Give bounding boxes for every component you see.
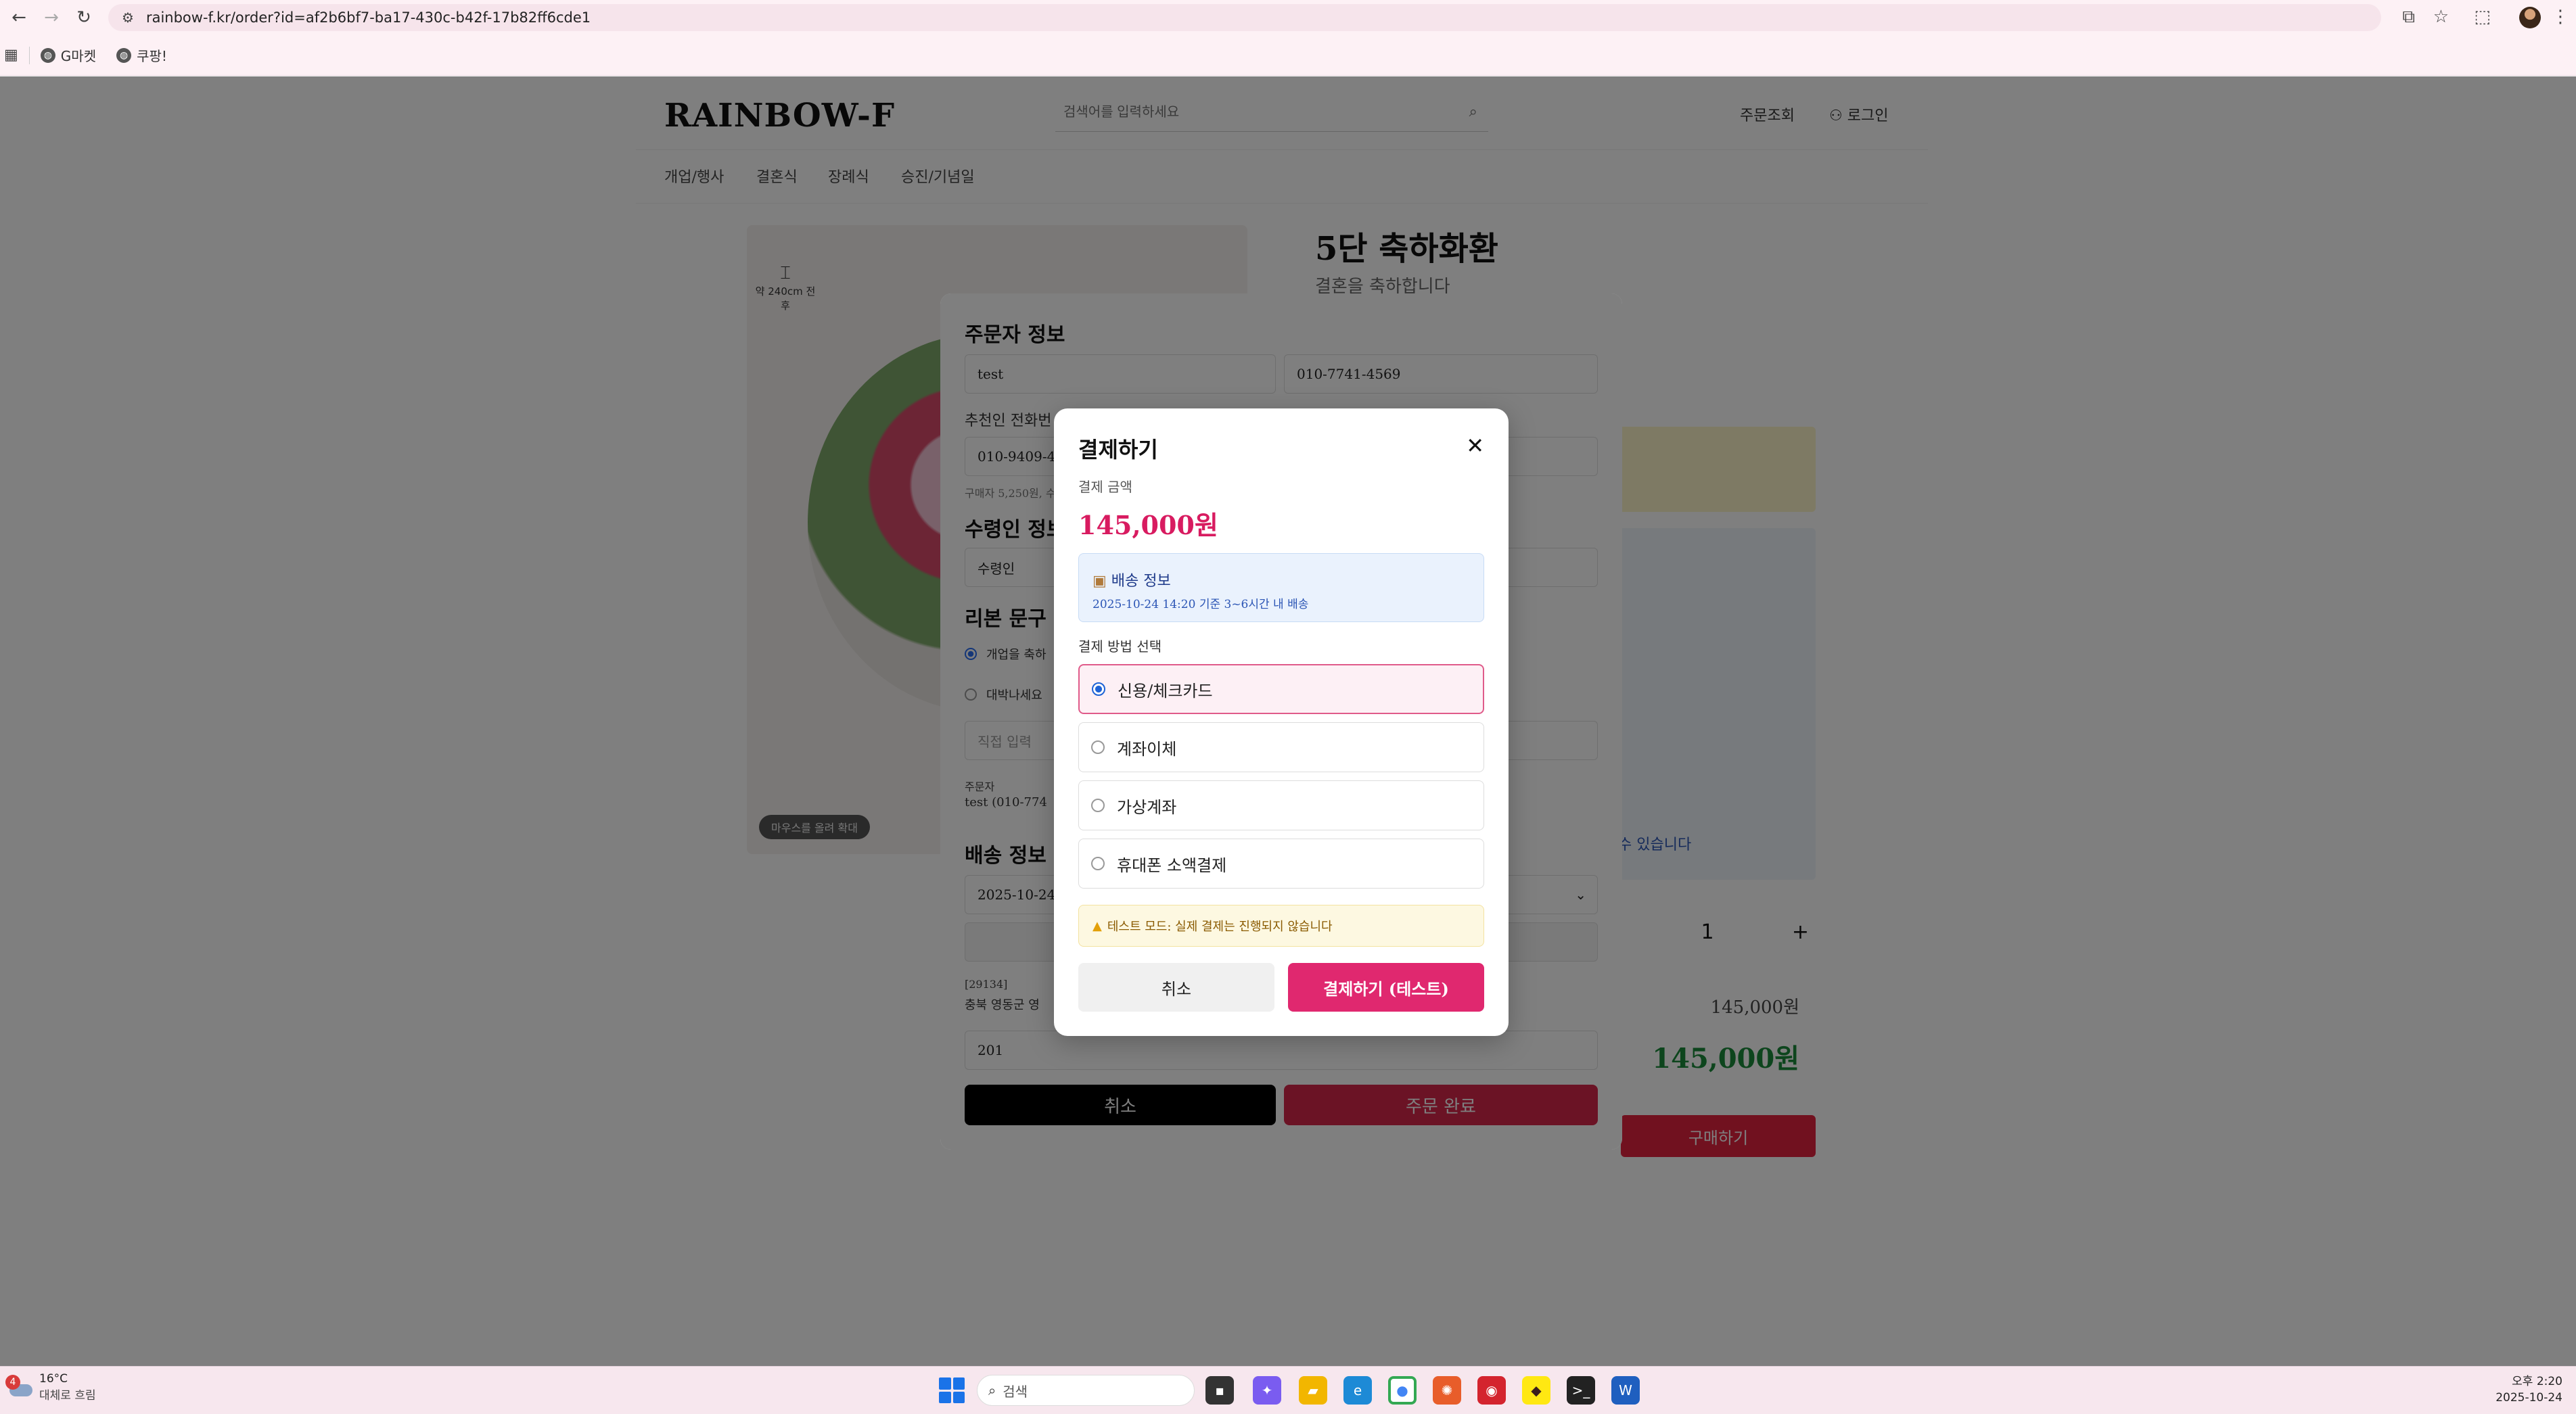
payment-amount-label: 결제 금액 <box>1078 479 1132 495</box>
reload-icon[interactable]: ↻ <box>70 4 97 31</box>
bookmark-gmarket[interactable]: ◍ G마켓 <box>40 45 97 65</box>
bookmark-label: 쿠팡! <box>137 48 167 64</box>
radio-icon <box>1092 682 1105 696</box>
method-credit-card[interactable]: 신용/체크카드 <box>1078 664 1484 714</box>
payment-method-label: 결제 방법 선택 <box>1078 638 1162 655</box>
apps-grid-icon[interactable]: ▦ <box>4 47 18 64</box>
install-app-icon[interactable]: ⧉ <box>2402 7 2415 28</box>
menu-icon[interactable]: ⋮ <box>2552 7 2569 27</box>
bookmarks-divider <box>28 46 30 64</box>
weather-badge: 4 <box>5 1374 20 1390</box>
delivery-info-title-text: 배송 정보 <box>1111 573 1171 590</box>
method-label: 신용/체크카드 <box>1118 681 1213 701</box>
profile-avatar[interactable] <box>2519 7 2541 28</box>
method-label: 계좌이체 <box>1117 739 1177 759</box>
payment-submit-button[interactable]: 결제하기 (테스트) <box>1288 963 1484 1012</box>
bookmark-label: G마켓 <box>60 48 97 64</box>
package-icon: ▣ <box>1092 573 1111 590</box>
back-icon[interactable]: ← <box>5 4 32 31</box>
cloud-icon: 4 <box>5 1374 34 1398</box>
weather-widget[interactable]: 4 16°C 대체로 흐림 <box>5 1372 96 1403</box>
radio-icon <box>1091 857 1105 870</box>
temperature: 16°C <box>39 1372 68 1386</box>
extensions-icon[interactable]: ⬚ <box>2474 7 2491 27</box>
taskbar-search[interactable]: ⌕ 검색 <box>977 1375 1195 1406</box>
address-bar[interactable]: ⚙ rainbow-f.kr/order?id=af2b6bf7-ba17-43… <box>108 4 2381 31</box>
warning-icon: ▲ <box>1092 918 1102 933</box>
globe-icon: ◍ <box>116 47 132 63</box>
radio-icon <box>1091 799 1105 812</box>
site-info-icon[interactable]: ⚙ <box>122 9 134 26</box>
clock-date: 2025-10-24 <box>2496 1391 2562 1405</box>
windows-start-icon[interactable] <box>939 1377 965 1403</box>
payment-title: 결제하기 <box>1078 437 1158 463</box>
app-red-icon[interactable]: ◉ <box>1477 1376 1506 1405</box>
taskbar: 4 16°C 대체로 흐림 ⌕ 검색 ▪ ✦ ▰ e ● ✺ ◉ ◆ >_ W … <box>0 1366 2576 1414</box>
method-mobile-payment[interactable]: 휴대폰 소액결제 <box>1078 839 1484 889</box>
edge-icon[interactable]: e <box>1343 1376 1372 1405</box>
file-explorer-icon[interactable]: ▰ <box>1299 1376 1327 1405</box>
weather-condition: 대체로 흐림 <box>39 1389 96 1403</box>
word-icon[interactable]: W <box>1611 1376 1640 1405</box>
forward-icon[interactable]: → <box>38 4 65 31</box>
url-text: rainbow-f.kr/order?id=af2b6bf7-ba17-430c… <box>145 9 591 26</box>
payment-modal: 결제하기 ✕ 결제 금액 145,000원 ▣ 배송 정보 2025-10-24… <box>1054 408 1509 1036</box>
clock-time: 오후 2:20 <box>2512 1375 2562 1388</box>
method-label: 휴대폰 소액결제 <box>1117 855 1227 875</box>
bookmark-coupang[interactable]: ◍ 쿠팡! <box>116 45 167 65</box>
delivery-info-title: ▣ 배송 정보 <box>1092 569 1171 590</box>
method-virtual-account[interactable]: 가상계좌 <box>1078 780 1484 830</box>
delivery-info-detail: 2025-10-24 14:20 기준 3~6시간 내 배송 <box>1092 598 1309 611</box>
copilot-icon[interactable]: ✦ <box>1253 1376 1281 1405</box>
radio-icon <box>1091 740 1105 754</box>
delivery-info-box: ▣ 배송 정보 2025-10-24 14:20 기준 3~6시간 내 배송 <box>1078 553 1484 622</box>
close-icon[interactable]: ✕ <box>1466 433 1484 458</box>
chrome-icon[interactable]: ● <box>1388 1376 1417 1405</box>
terminal-icon[interactable]: >_ <box>1567 1376 1595 1405</box>
claude-icon[interactable]: ✺ <box>1433 1376 1461 1405</box>
bookmarks-bar: ▦ ◍ G마켓 ◍ 쿠팡! <box>0 35 2576 76</box>
browser-toolbar: ← → ↻ ⚙ rainbow-f.kr/order?id=af2b6bf7-b… <box>0 0 2576 35</box>
kakaotalk-icon[interactable]: ◆ <box>1522 1376 1550 1405</box>
search-icon: ⌕ <box>988 1382 996 1398</box>
system-clock[interactable]: 오후 2:20 2025-10-24 <box>2496 1373 2562 1406</box>
test-warning-text: 테스트 모드: 실제 결제는 진행되지 않습니다 <box>1107 920 1333 934</box>
globe-icon: ◍ <box>40 47 55 63</box>
task-view-icon[interactable]: ▪ <box>1205 1376 1234 1405</box>
payment-cancel-button[interactable]: 취소 <box>1078 963 1274 1012</box>
taskbar-search-placeholder: 검색 <box>1003 1383 1028 1400</box>
test-mode-warning: ▲ 테스트 모드: 실제 결제는 진행되지 않습니다 <box>1078 905 1484 947</box>
method-bank-transfer[interactable]: 계좌이체 <box>1078 722 1484 772</box>
bookmark-star-icon[interactable]: ☆ <box>2433 7 2449 27</box>
method-label: 가상계좌 <box>1117 797 1177 817</box>
payment-amount: 145,000원 <box>1078 510 1218 540</box>
